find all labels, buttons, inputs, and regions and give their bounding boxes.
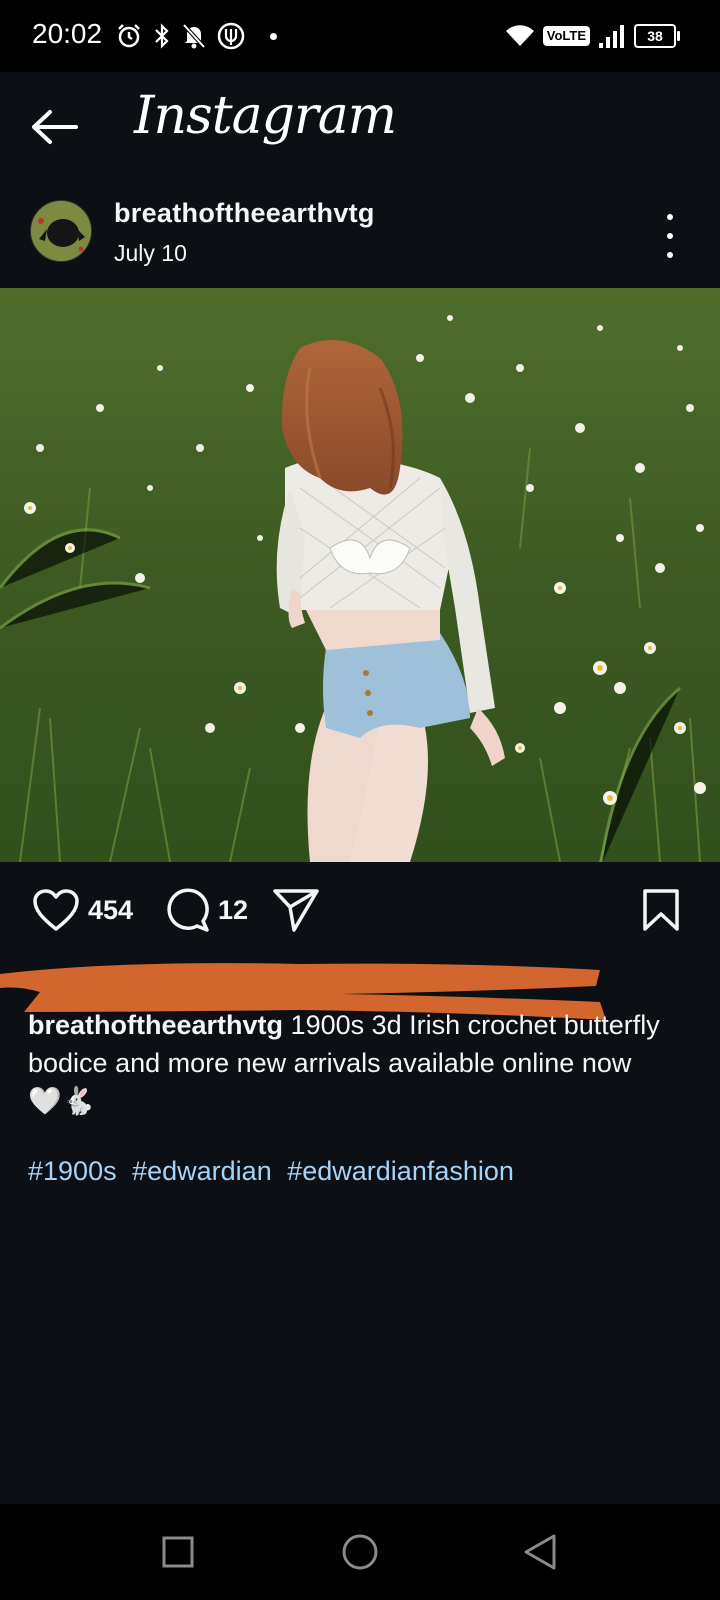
hashtag-link[interactable]: #edwardian xyxy=(132,1156,272,1186)
status-icons-left xyxy=(116,20,277,52)
save-group xyxy=(642,886,680,934)
hashtag-link[interactable]: #edwardianfashion xyxy=(287,1156,514,1186)
share-group xyxy=(272,886,320,934)
back-triangle-icon xyxy=(524,1534,556,1570)
comment-group: 12 xyxy=(164,886,248,934)
data-saver-icon xyxy=(217,22,245,50)
avatar-image xyxy=(31,201,91,261)
status-time: 20:02 xyxy=(32,18,103,49)
back-button[interactable] xyxy=(26,102,82,152)
status-dot xyxy=(270,32,277,40)
more-dot xyxy=(667,252,673,258)
back-nav-button[interactable] xyxy=(520,1532,560,1572)
hashtag-link[interactable]: #1900s xyxy=(28,1156,117,1186)
volte-badge: VoLTE xyxy=(542,26,590,46)
like-count[interactable]: 454 xyxy=(88,895,133,926)
post-username[interactable]: breathoftheearthvtg xyxy=(114,198,375,229)
alarm-icon xyxy=(118,24,140,48)
system-nav-bar xyxy=(0,1504,720,1600)
caption-username[interactable]: breathoftheearthvtg xyxy=(28,1010,283,1040)
battery-level: 38 xyxy=(647,28,663,44)
recents-button[interactable] xyxy=(158,1532,198,1572)
top-bar: Instagram xyxy=(0,72,720,182)
signal-icon xyxy=(599,25,624,48)
post-caption: breathoftheearthvtg 1900s 3d Irish croch… xyxy=(28,1006,668,1120)
more-dot xyxy=(667,233,673,239)
like-group: 454 xyxy=(32,886,133,934)
post-date: July 10 xyxy=(114,240,187,266)
more-options-button[interactable] xyxy=(658,214,682,258)
more-dot xyxy=(667,214,673,220)
battery-icon: 38 xyxy=(634,24,680,48)
status-bar: 20:02 VoLTE 38 xyxy=(0,0,720,72)
bluetooth-icon xyxy=(155,23,169,49)
bookmark-icon[interactable] xyxy=(642,888,680,932)
comment-bubble-icon[interactable] xyxy=(164,887,210,933)
avatar[interactable] xyxy=(30,200,92,262)
share-send-icon[interactable] xyxy=(272,887,320,933)
notifications-off-icon xyxy=(182,23,206,49)
post-header: breathoftheearthvtg July 10 xyxy=(0,190,720,282)
action-bar: 454 12 xyxy=(0,862,720,958)
home-button[interactable] xyxy=(340,1532,380,1572)
post-photo-image xyxy=(0,288,720,862)
hashtag-list: #1900s #edwardian #edwardianfashion xyxy=(28,1152,688,1190)
instagram-logo: Instagram xyxy=(134,86,397,146)
comment-count[interactable]: 12 xyxy=(218,895,248,926)
post-photo[interactable] xyxy=(0,288,720,862)
wifi-icon xyxy=(505,25,534,46)
arrow-left-icon xyxy=(32,110,78,144)
home-circle-icon xyxy=(342,1534,378,1570)
recents-square-icon xyxy=(162,1536,194,1568)
like-heart-icon[interactable] xyxy=(32,888,80,932)
status-icons-right: VoLTE 38 xyxy=(505,20,680,52)
app-screen: Instagram breathoftheearthvtg July 10 45… xyxy=(0,72,720,1504)
